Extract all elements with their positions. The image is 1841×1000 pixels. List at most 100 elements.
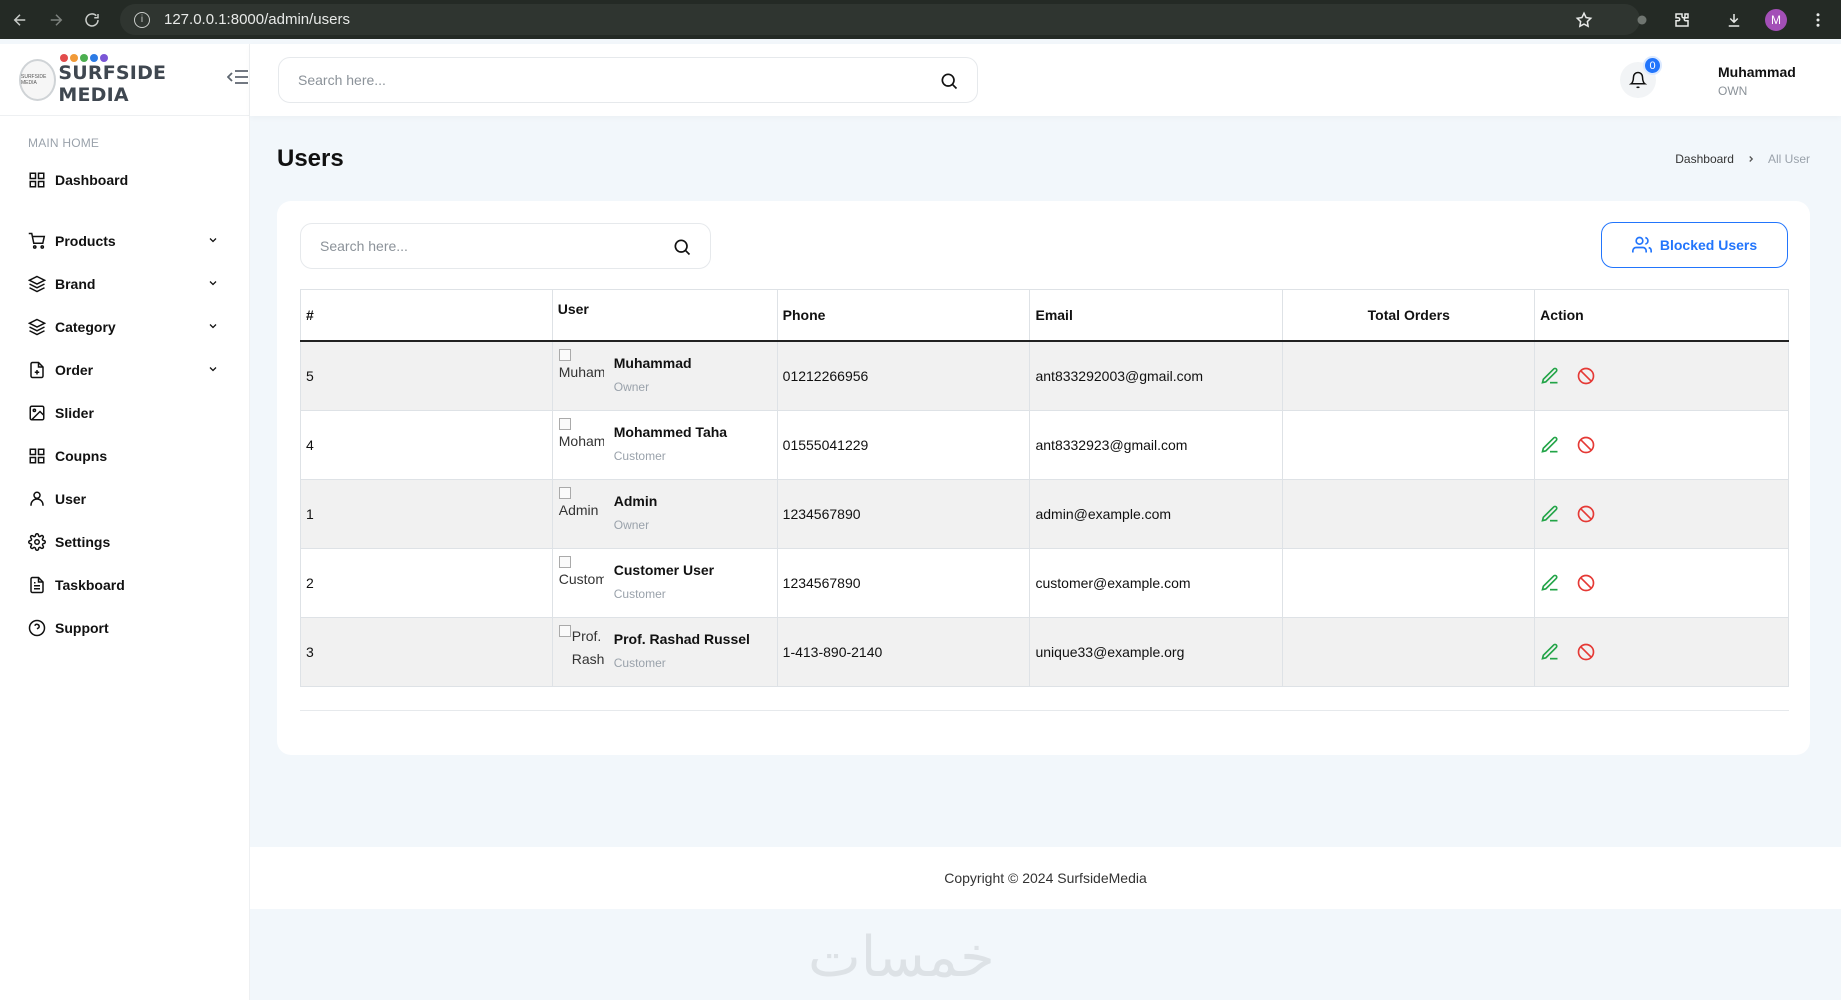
blocked-users-label: Blocked Users xyxy=(1659,237,1758,253)
cell-id: 4 xyxy=(300,409,553,480)
block-icon[interactable] xyxy=(1576,435,1596,455)
search-icon[interactable] xyxy=(672,237,692,257)
user-role: Customer xyxy=(613,586,666,601)
users-search xyxy=(300,223,711,269)
profile-avatar[interactable]: M xyxy=(1765,8,1787,31)
page-title: Users xyxy=(277,145,344,172)
column-header-phone: Phone xyxy=(776,289,1031,342)
sidebar-item-dashboard[interactable]: Dashboard xyxy=(0,158,249,201)
extension-circle-icon[interactable] xyxy=(1633,11,1651,29)
user-menu[interactable]: Muhammad OWN xyxy=(1718,64,1796,98)
puzzle-icon[interactable] xyxy=(1673,11,1691,29)
sidebar-item-brand[interactable]: Brand xyxy=(0,262,249,305)
user-name[interactable]: Mohammed Taha xyxy=(614,424,727,440)
sidebar-item-user[interactable]: User xyxy=(0,477,249,520)
notifications-button[interactable]: 0 xyxy=(1620,56,1662,98)
address-bar[interactable]: i 127.0.0.1:8000/admin/users xyxy=(120,4,1640,35)
user-name[interactable]: Admin xyxy=(614,493,658,509)
users-table: # User Phone Email Total Orders Action 5… xyxy=(300,289,1789,687)
sidebar-item-settings[interactable]: Settings xyxy=(0,520,249,563)
user-name[interactable]: Muhammad xyxy=(614,355,692,371)
table-row: 3 Prof. Rashad Russel Prof. Rashad Russe… xyxy=(300,616,1789,687)
cell-user: Admin Admin Owner xyxy=(551,478,778,549)
chevron-down-icon xyxy=(209,324,217,329)
header-search-input[interactable] xyxy=(298,72,858,88)
column-header-total-orders: Total Orders xyxy=(1282,289,1536,342)
users-search-input[interactable] xyxy=(320,238,650,254)
edit-icon[interactable] xyxy=(1540,642,1560,662)
sidebar-item-label: Taskboard xyxy=(55,576,125,593)
avatar: Muhammad xyxy=(558,348,604,395)
sidebar-item-label: Order xyxy=(55,361,94,378)
breadcrumb-dashboard-link[interactable]: Dashboard xyxy=(1675,152,1734,166)
help-circle-icon xyxy=(28,619,46,637)
file-text-icon xyxy=(28,576,46,594)
sidebar-item-taskboard[interactable]: Taskboard xyxy=(0,563,249,606)
logo-badge: SURFSIDE MEDIA xyxy=(19,58,57,101)
block-icon[interactable] xyxy=(1576,642,1596,662)
user-role: Customer xyxy=(613,655,666,670)
cell-total-orders xyxy=(1282,547,1536,618)
sidebar-item-category[interactable]: Category xyxy=(0,305,249,348)
logo-small-text: SURFSIDE MEDIA xyxy=(21,73,47,86)
image-icon xyxy=(28,404,46,422)
chevron-down-icon xyxy=(209,281,217,286)
cell-phone: 1234567890 xyxy=(776,547,1031,618)
forward-button[interactable] xyxy=(38,0,74,39)
sidebar-item-order[interactable]: Order xyxy=(0,348,249,391)
broken-image-icon xyxy=(558,417,571,430)
sidebar: SURFSIDE MEDIA SURFSIDE MEDIA MAIN HOME … xyxy=(0,44,250,1000)
cell-phone: 01212266956 xyxy=(776,340,1031,411)
collapse-menu-icon[interactable] xyxy=(226,69,249,90)
sidebar-item-label: Dashboard xyxy=(55,171,129,188)
download-icon[interactable] xyxy=(1725,11,1743,29)
sidebar-item-label: Products xyxy=(55,232,116,249)
logo-dots xyxy=(60,53,221,62)
file-plus-icon xyxy=(28,361,46,379)
site-info-icon[interactable]: i xyxy=(134,11,150,28)
user-name[interactable]: Prof. Rashad Russel xyxy=(614,631,750,647)
pagination-divider xyxy=(300,710,1789,711)
user-role: OWN xyxy=(1718,84,1748,98)
chevron-right-icon xyxy=(1749,156,1754,162)
sidebar-item-support[interactable]: Support xyxy=(0,606,249,649)
more-vertical-icon[interactable] xyxy=(1809,11,1827,29)
edit-icon[interactable] xyxy=(1540,435,1560,455)
sidebar-item-slider[interactable]: Slider xyxy=(0,391,249,434)
cell-email: unique33@example.org xyxy=(1029,616,1284,687)
edit-icon[interactable] xyxy=(1540,366,1560,386)
block-icon[interactable] xyxy=(1576,504,1596,524)
user-role: Customer xyxy=(613,448,666,463)
block-icon[interactable] xyxy=(1576,573,1596,593)
edit-icon[interactable] xyxy=(1540,504,1560,524)
logo[interactable]: SURFSIDE MEDIA SURFSIDE MEDIA xyxy=(0,44,249,116)
sidebar-item-label: Category xyxy=(55,318,116,335)
reload-button[interactable] xyxy=(74,0,110,39)
settings-icon xyxy=(28,532,46,551)
sidebar-item-coupons[interactable]: Coupns xyxy=(0,434,249,477)
cell-user: Muhammad Muhammad Owner xyxy=(551,340,778,411)
menu-section-title: MAIN HOME xyxy=(28,136,100,150)
breadcrumb: Dashboard All User xyxy=(1675,152,1810,166)
bookmark-star-icon[interactable] xyxy=(1575,11,1593,29)
users-icon xyxy=(1631,236,1652,253)
user-role: Owner xyxy=(613,517,650,532)
search-icon[interactable] xyxy=(939,71,959,91)
sidebar-item-label: Slider xyxy=(55,404,94,421)
logo-brand-text: SURFSIDE MEDIA xyxy=(58,61,167,106)
arrow-right-icon xyxy=(50,13,63,26)
broken-image-icon xyxy=(558,555,571,568)
user-name[interactable]: Customer User xyxy=(614,562,714,578)
blocked-users-button[interactable]: Blocked Users xyxy=(1601,222,1788,268)
broken-image-icon xyxy=(558,486,571,499)
chevron-down-icon xyxy=(209,367,217,372)
block-icon[interactable] xyxy=(1576,366,1596,386)
notification-count-badge: 0 xyxy=(1643,56,1662,75)
user-name: Muhammad xyxy=(1718,64,1796,80)
cell-id: 3 xyxy=(300,616,553,687)
sidebar-item-products[interactable]: Products xyxy=(0,219,249,262)
back-button[interactable] xyxy=(2,0,38,39)
edit-icon[interactable] xyxy=(1540,573,1560,593)
copyright-text: Copyright © 2024 SurfsideMedia xyxy=(944,870,1147,886)
footer: Copyright © 2024 SurfsideMedia xyxy=(250,847,1841,909)
